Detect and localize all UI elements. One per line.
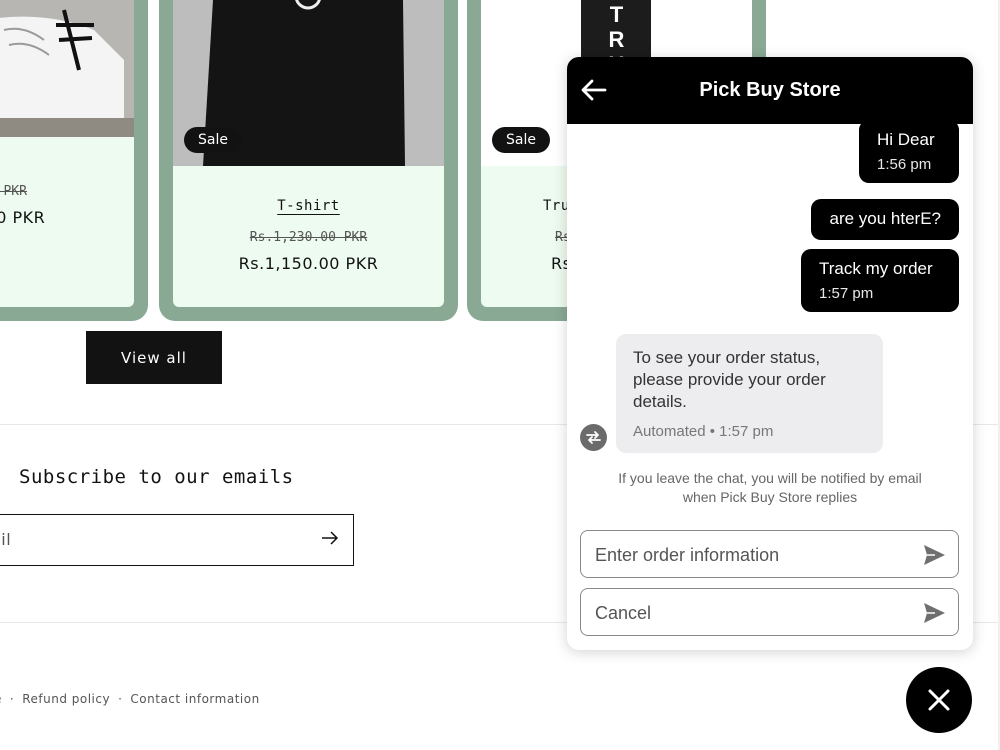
sale-badge: Sale: [184, 127, 242, 153]
sale-badge: Sale: [492, 127, 550, 153]
product-price: Rs.1,150.00 PKR: [238, 254, 379, 273]
product-price-old: Rs.1,230.00 PKR: [249, 230, 368, 245]
email-field[interactable]: ail: [0, 514, 354, 566]
product-price: .00 PKR: [0, 208, 46, 227]
message-meta: Automated • 1:57 pm: [633, 423, 774, 440]
message-time: 1:56 pm: [877, 156, 932, 173]
message-text: Hi Dear: [877, 130, 935, 149]
footer-link-refund[interactable]: Refund policy: [22, 692, 110, 706]
send-icon[interactable]: [922, 543, 946, 567]
option-label: Enter order information: [595, 545, 780, 565]
close-chat-button[interactable]: [906, 667, 972, 733]
chat-message-incoming: To see your order status, please provide…: [616, 334, 883, 453]
option-cancel[interactable]: Cancel: [580, 588, 959, 636]
option-label: Cancel: [595, 603, 652, 623]
message-time: 1:57 pm: [819, 285, 874, 302]
product-price-old: 00 PKR: [0, 184, 27, 199]
automation-icon: [580, 424, 607, 451]
view-all-button[interactable]: View all: [86, 331, 222, 384]
footer-link-contact[interactable]: Contact information: [130, 692, 259, 706]
chat-header: Pick Buy Store: [567, 57, 973, 124]
close-icon: [928, 689, 950, 711]
footer-separator: ·: [9, 692, 15, 706]
sneaker-image: [0, 0, 134, 137]
chat-message-outgoing: Track my order 1:57 pm: [801, 249, 959, 312]
message-text: To see your order status, please provide…: [633, 348, 826, 411]
footer-separator: ·: [118, 692, 123, 706]
product-card[interactable]: Sale T-shirt Rs.1,230.00 PKR Rs.1,150.00…: [159, 0, 458, 321]
email-placeholder: ail: [0, 530, 12, 549]
send-icon[interactable]: [922, 601, 946, 625]
footer-links: e · Refund policy · Contact information: [0, 692, 260, 706]
message-text: Track my order: [819, 259, 933, 278]
chat-message-outgoing: are you hterE?: [811, 199, 959, 240]
product-card[interactable]: 00 PKR .00 PKR es: [0, 0, 148, 321]
chat-widget: Pick Buy Store Hi Dear 1:56 pm are you h…: [567, 57, 973, 650]
chat-notice: If you leave the chat, you will be notif…: [618, 470, 922, 505]
arrow-right-icon[interactable]: [321, 529, 339, 553]
message-text: are you hterE?: [829, 209, 941, 228]
product-title[interactable]: Tru: [543, 198, 570, 214]
footer-link[interactable]: e: [0, 692, 2, 706]
option-enter-order-info[interactable]: Enter order information: [580, 530, 959, 578]
product-image[interactable]: [0, 0, 134, 137]
chat-title: Pick Buy Store: [699, 79, 841, 101]
chat-message-outgoing: Hi Dear 1:56 pm: [859, 120, 959, 183]
subscribe-title: Subscribe to our emails: [19, 466, 294, 488]
product-title[interactable]: T-shirt: [173, 198, 444, 214]
